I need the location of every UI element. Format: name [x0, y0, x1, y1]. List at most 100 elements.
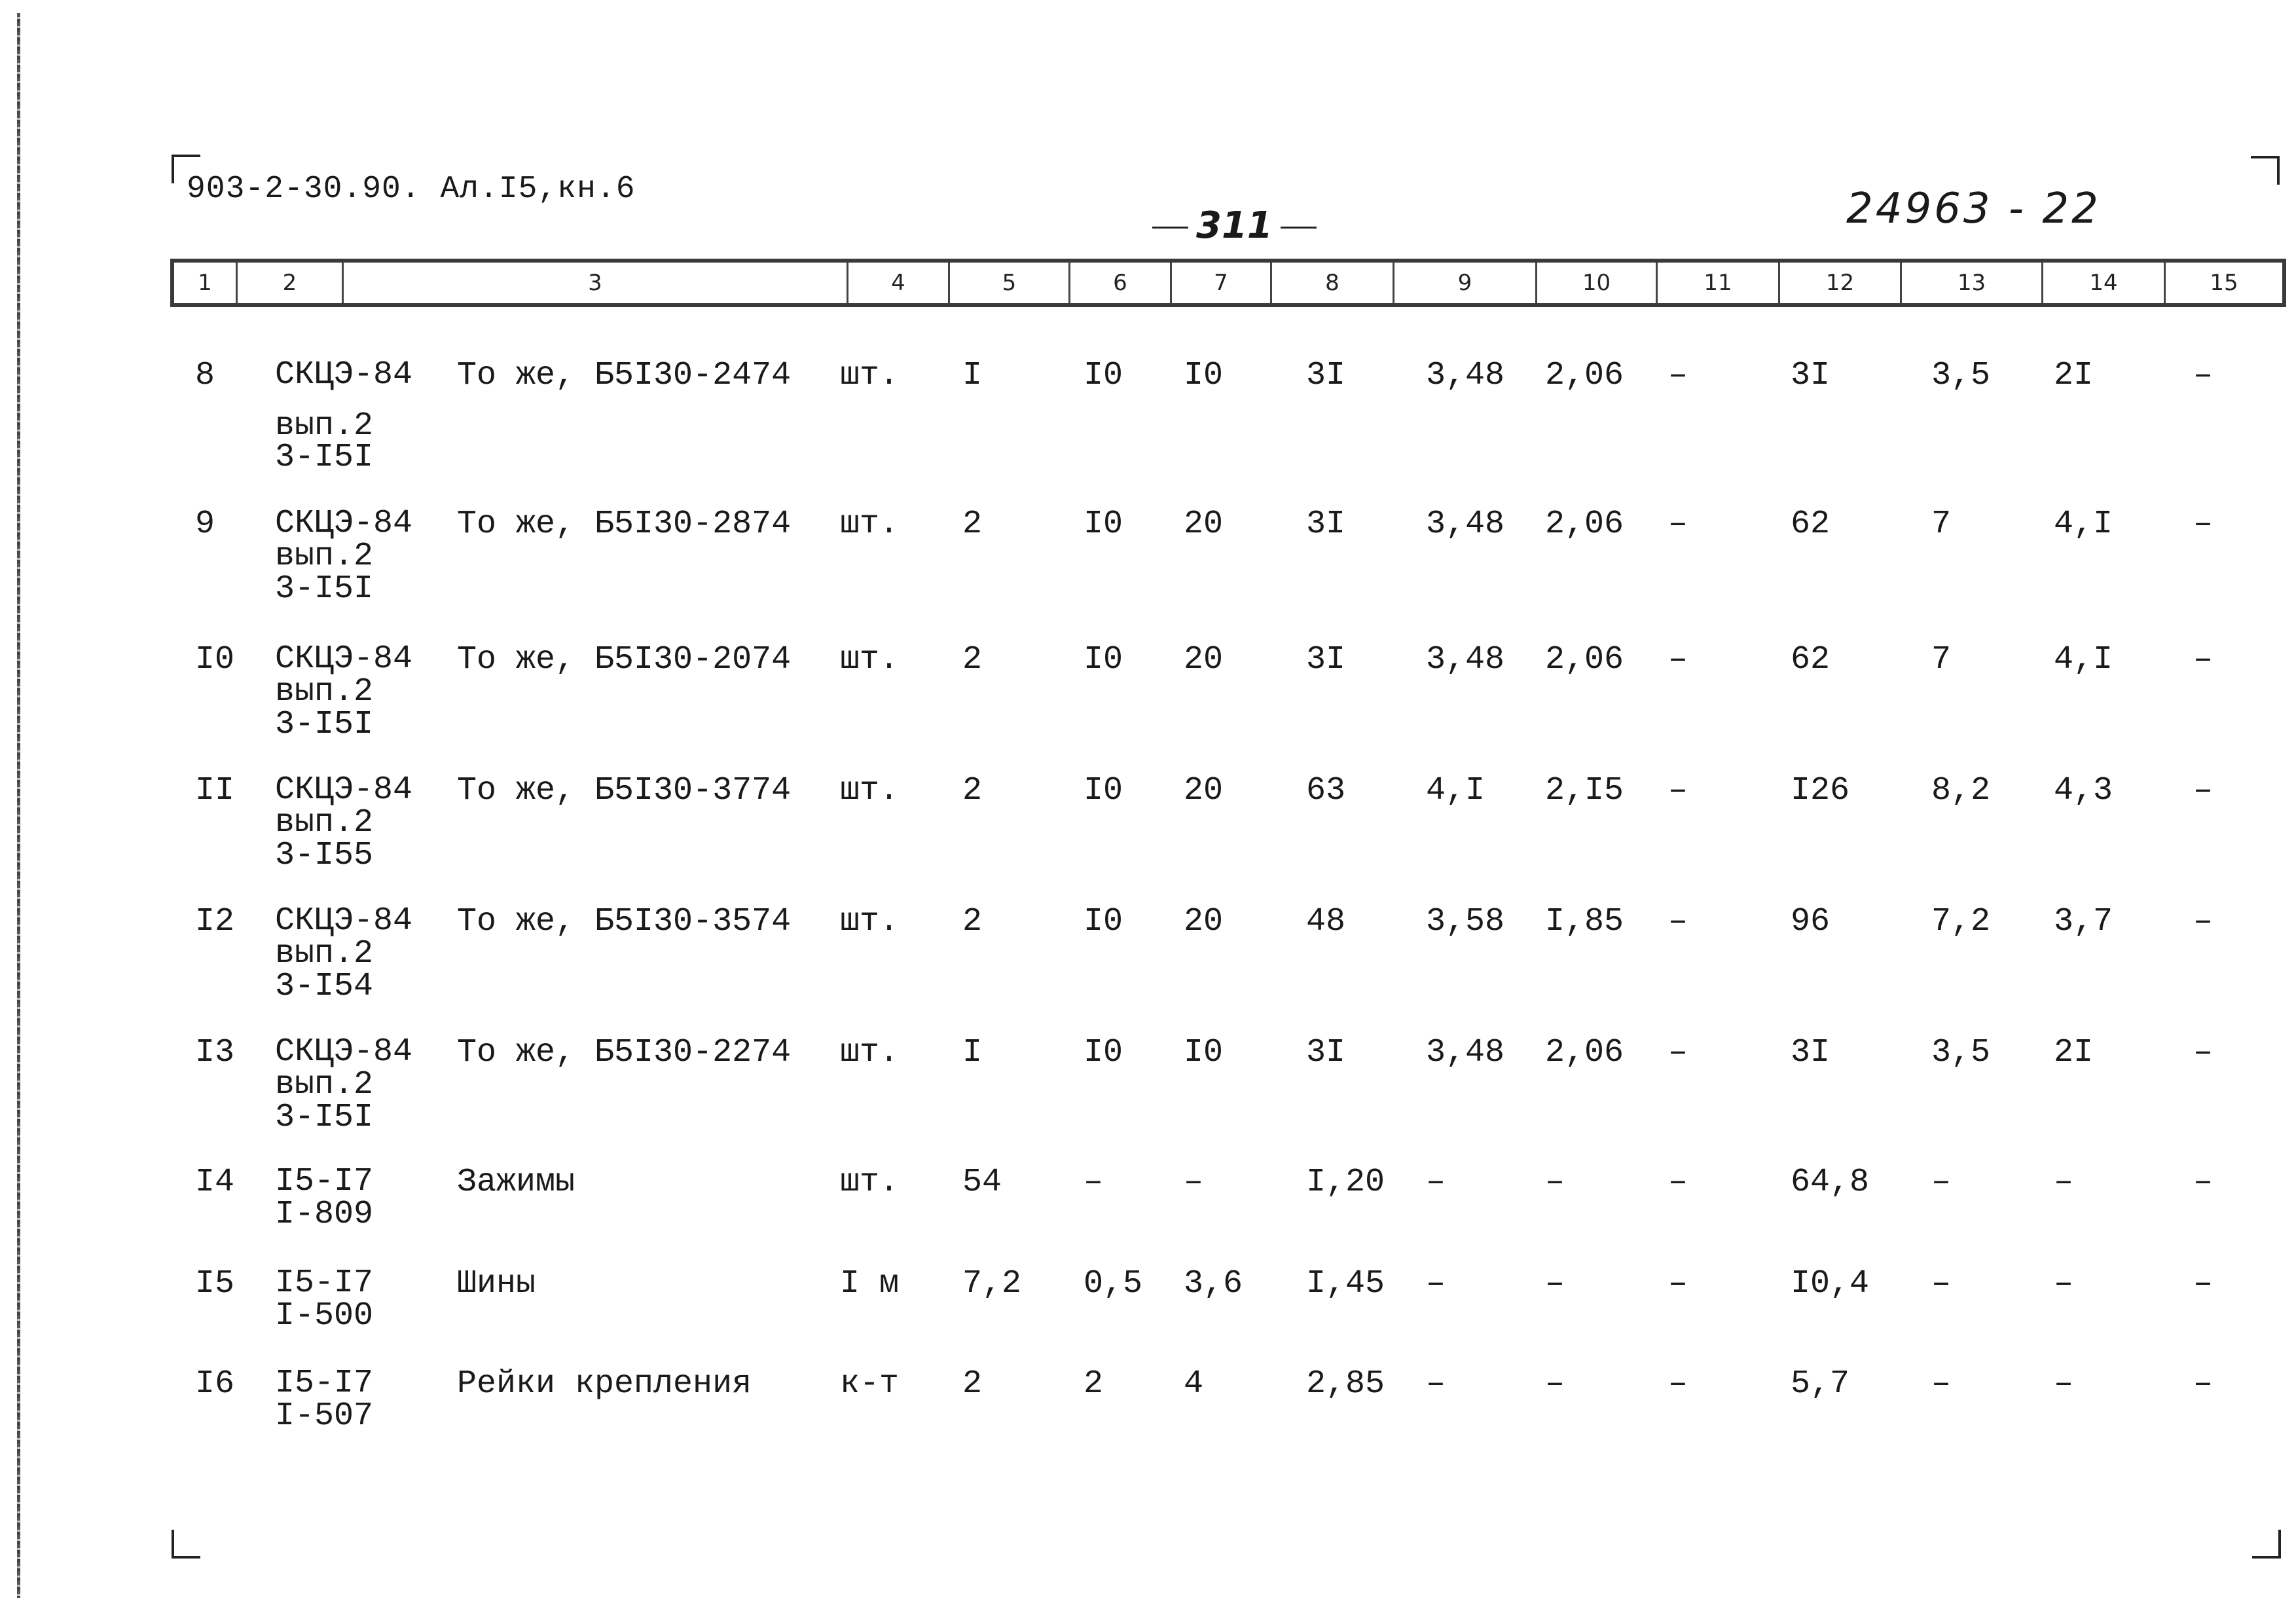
- cell-col-5: 2: [962, 903, 983, 940]
- cell-col-13: 7,2: [1931, 903, 1991, 940]
- header-col-10: 10: [1535, 263, 1656, 303]
- cell-col-3: То же, Б5I30-3574: [457, 903, 792, 940]
- cell-col-4: шт.: [840, 506, 900, 543]
- cell-col-9: 4,I: [1426, 772, 1485, 809]
- cell-designation-line: вып.2: [275, 1066, 374, 1103]
- cell-col-6: I0: [1084, 357, 1123, 394]
- cell-col-9: 3,48: [1426, 1034, 1505, 1071]
- cell-col-3: То же, Б5I30-2474: [457, 357, 792, 394]
- cell-col-10: I,85: [1545, 903, 1624, 940]
- cell-col-1: 9: [195, 506, 215, 543]
- cell-col-7: I0: [1184, 1034, 1224, 1071]
- cell-designation: СКЦЭ-84: [275, 356, 413, 394]
- cell-col-4: шт.: [840, 641, 900, 678]
- header-col-15: 15: [2164, 263, 2282, 303]
- cell-col-5: 2: [962, 1365, 983, 1403]
- cell-col-14: 2I: [2054, 357, 2094, 394]
- cell-col-13: 7: [1931, 506, 1952, 543]
- cell-col-4: I м: [840, 1265, 900, 1302]
- cell-col-4: шт.: [840, 1034, 900, 1071]
- header-col-7: 7: [1170, 263, 1270, 303]
- cell-col-10: –: [1545, 1365, 1565, 1403]
- cell-col-8: I,45: [1306, 1265, 1385, 1302]
- cell-col-9: 3,48: [1426, 506, 1505, 543]
- cell-col-6: 0,5: [1084, 1265, 1143, 1302]
- cell-col-7: 3,6: [1184, 1265, 1243, 1302]
- cell-col-8: 3I: [1306, 506, 1346, 543]
- cell-col-4: шт.: [840, 772, 900, 809]
- cell-designation-line: I-507: [275, 1397, 374, 1435]
- cell-col-12: 5,7: [1791, 1365, 1850, 1403]
- cell-col-15: –: [2193, 641, 2214, 678]
- header-col-14: 14: [2041, 263, 2164, 303]
- cell-col-10: 2,06: [1545, 506, 1624, 543]
- cell-col-3: Шины: [457, 1265, 536, 1302]
- cell-designation: I5-I7: [275, 1163, 374, 1200]
- cell-col-12: I26: [1791, 772, 1850, 809]
- cell-col-5: I: [962, 1034, 983, 1071]
- page-number: 311: [1144, 204, 1324, 247]
- cell-col-15: –: [2193, 1164, 2214, 1201]
- cell-col-8: 3I: [1306, 641, 1346, 678]
- cell-col-15: –: [2193, 1365, 2214, 1403]
- cell-col-7: 20: [1184, 641, 1224, 678]
- cell-col-3: То же, Б5I30-2074: [457, 641, 792, 678]
- cell-col-13: 7: [1931, 641, 1952, 678]
- cell-designation: СКЦЭ-84: [275, 1033, 413, 1071]
- cell-col-11: –: [1668, 1265, 1688, 1302]
- cell-col-9: 3,48: [1426, 641, 1505, 678]
- cell-col-8: 3I: [1306, 1034, 1346, 1071]
- cell-col-13: 3,5: [1931, 1034, 1991, 1071]
- cell-col-6: I0: [1084, 772, 1123, 809]
- cell-col-5: 7,2: [962, 1265, 1022, 1302]
- cell-col-5: 2: [962, 772, 983, 809]
- cell-designation: СКЦЭ-84: [275, 902, 413, 940]
- cell-col-1: I6: [195, 1365, 235, 1403]
- cell-col-14: –: [2054, 1365, 2074, 1403]
- cell-designation-line: вып.2: [275, 673, 374, 710]
- cell-col-1: I3: [195, 1034, 235, 1071]
- cell-designation-line: вып.2: [275, 935, 374, 972]
- cell-col-7: 20: [1184, 903, 1224, 940]
- cell-col-13: 8,2: [1931, 772, 1991, 809]
- cell-col-1: I4: [195, 1164, 235, 1201]
- sheet-id: 24963 - 22: [1846, 185, 2101, 233]
- cell-col-12: 64,8: [1791, 1164, 1870, 1201]
- cell-col-3: Зажимы: [457, 1164, 575, 1201]
- cell-designation-line: 3-I55: [275, 837, 374, 874]
- cell-col-10: 2,06: [1545, 1034, 1624, 1071]
- cell-col-15: –: [2193, 903, 2214, 940]
- cell-designation-line: вып.2: [275, 804, 374, 841]
- cell-col-11: –: [1668, 1034, 1688, 1071]
- cell-col-9: –: [1426, 1365, 1446, 1403]
- cell-col-5: I: [962, 357, 983, 394]
- header-col-12: 12: [1778, 263, 1900, 303]
- cell-col-14: 4,3: [2054, 772, 2113, 809]
- cell-col-6: I0: [1084, 506, 1123, 543]
- cell-col-12: 3I: [1791, 357, 1831, 394]
- cell-col-7: 20: [1184, 506, 1224, 543]
- cell-col-15: –: [2193, 506, 2214, 543]
- cell-col-5: 54: [962, 1164, 1002, 1201]
- header-col-5: 5: [948, 263, 1068, 303]
- cell-designation-line: 3-I5I: [275, 706, 374, 743]
- cell-col-12: 62: [1791, 506, 1831, 543]
- cell-designation-line: вып.2: [275, 538, 374, 575]
- cell-col-15: –: [2193, 1265, 2214, 1302]
- cell-col-8: 2,85: [1306, 1365, 1385, 1403]
- cell-col-9: 3,48: [1426, 357, 1505, 394]
- cell-col-11: –: [1668, 772, 1688, 809]
- cell-col-15: –: [2193, 357, 2214, 394]
- cell-designation: СКЦЭ-84: [275, 640, 413, 678]
- scan-left-edge: [17, 13, 20, 1598]
- cell-col-11: –: [1668, 903, 1688, 940]
- corner-mark-bottom-left: [172, 1530, 200, 1559]
- cell-designation-line: 3-I5I: [275, 439, 374, 476]
- cell-col-3: То же, Б5I30-2274: [457, 1034, 792, 1071]
- cell-col-1: I2: [195, 903, 235, 940]
- cell-col-5: 2: [962, 641, 983, 678]
- header-col-4: 4: [847, 263, 948, 303]
- header-col-11: 11: [1656, 263, 1778, 303]
- cell-col-12: 3I: [1791, 1034, 1831, 1071]
- cell-col-5: 2: [962, 506, 983, 543]
